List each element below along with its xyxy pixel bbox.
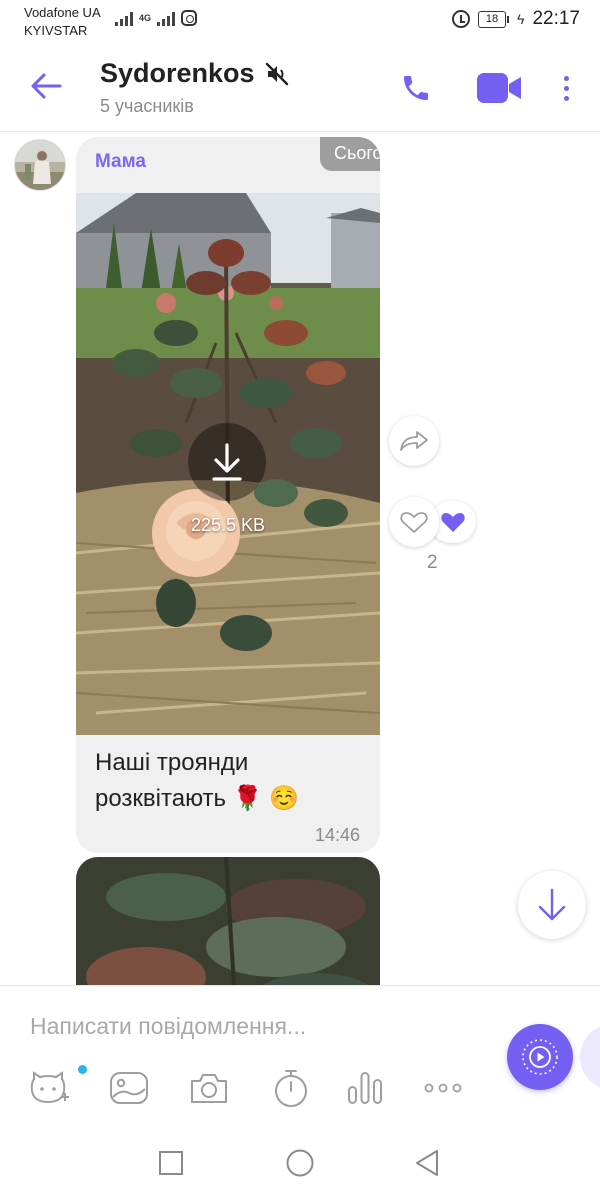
status-icons-left: 4G — [115, 10, 198, 26]
back-triangle-icon — [416, 1150, 438, 1176]
sender-name: Мама — [95, 151, 146, 172]
timer-button[interactable] — [267, 1064, 315, 1112]
message-input[interactable] — [30, 1006, 450, 1046]
status-bar: Vodafone UA KYIVSTAR 4G 18 ϟ 22:17 — [0, 0, 600, 44]
message-text: Наші троянди розквітають 🌹 ☺️ — [95, 749, 300, 812]
avatar[interactable] — [14, 139, 66, 191]
voice-call-button[interactable] — [396, 68, 436, 108]
sticker-icon — [30, 1071, 69, 1104]
download-icon — [212, 443, 242, 481]
poll-button[interactable] — [341, 1064, 389, 1112]
message-bubble[interactable]: Мама Сьогодні — [76, 137, 380, 853]
home-button[interactable] — [283, 1146, 317, 1180]
composer-toolbar — [0, 1064, 480, 1112]
recents-button[interactable] — [154, 1146, 188, 1180]
carrier-line-1: Vodafone UA — [24, 5, 101, 20]
muted-speaker-icon — [265, 62, 288, 85]
back-nav-button[interactable] — [410, 1146, 444, 1180]
heart-outline-icon — [400, 512, 428, 534]
network-type-label: 4G — [139, 12, 152, 23]
attachment-size: 225.5 KB — [190, 515, 266, 535]
download-button[interactable] — [188, 423, 266, 501]
send-voice-button[interactable] — [507, 1024, 573, 1090]
message-bubble-next[interactable] — [76, 857, 380, 985]
new-stickers-badge — [78, 1065, 87, 1074]
battery-icon: 18 — [478, 10, 510, 28]
more-dots-icon — [424, 1083, 462, 1093]
scroll-to-bottom-button[interactable] — [518, 871, 586, 939]
like-button[interactable] — [389, 497, 439, 547]
reaction-count: 2 — [427, 552, 438, 573]
system-navigation-bar — [0, 1120, 600, 1200]
poll-icon — [348, 1072, 382, 1104]
battery-level: 18 — [478, 10, 507, 28]
gallery-icon — [110, 1072, 148, 1104]
carrier-info: Vodafone UA KYIVSTAR — [24, 4, 101, 40]
message-time: 14:46 — [314, 825, 360, 845]
recents-square-icon — [159, 1151, 183, 1175]
gallery-button[interactable] — [105, 1064, 153, 1112]
play-circle-icon — [522, 1039, 558, 1075]
camera-button[interactable] — [185, 1064, 233, 1112]
sticker-button[interactable] — [25, 1064, 73, 1112]
phone-icon — [404, 76, 428, 100]
signal-icon-2 — [157, 10, 176, 26]
forward-arrow-icon — [400, 431, 428, 451]
more-options-button[interactable] — [552, 68, 580, 108]
secondary-action-edge — [580, 1024, 600, 1090]
charging-icon: ϟ — [517, 11, 525, 27]
back-button[interactable] — [28, 68, 64, 104]
camera-icon — [191, 1074, 227, 1103]
signal-icon — [115, 10, 133, 26]
more-attachments-button[interactable] — [419, 1064, 467, 1112]
alarm-icon — [452, 10, 471, 28]
instagram-notification-icon — [181, 10, 198, 26]
participants-count[interactable]: 5 учасників — [100, 96, 194, 117]
carrier-line-2: KYIVSTAR — [24, 23, 88, 38]
video-call-button[interactable] — [474, 68, 524, 108]
chat-title-row[interactable]: Sydorenkos — [100, 58, 289, 89]
chat-header: Sydorenkos 5 учасників — [0, 44, 600, 132]
chat-title[interactable]: Sydorenkos — [100, 58, 255, 89]
back-arrow-icon — [31, 73, 62, 99]
status-icons-right: 18 ϟ 22:17 — [452, 8, 580, 30]
home-circle-icon — [286, 1149, 314, 1177]
arrow-down-icon — [538, 888, 566, 921]
viber-chat-screen: Vodafone UA KYIVSTAR 4G 18 ϟ 22:17 Sydor… — [0, 0, 600, 1200]
message-composer — [0, 985, 600, 1120]
forward-button[interactable] — [389, 416, 439, 466]
video-camera-icon — [477, 73, 521, 103]
chat-messages-area[interactable]: Мама Сьогодні — [0, 133, 600, 985]
heart-icon — [441, 513, 465, 532]
clock: 22:17 — [532, 8, 580, 29]
date-separator: Сьогодні — [320, 137, 380, 171]
timer-icon — [275, 1070, 307, 1107]
photo-attachment-next[interactable] — [76, 857, 380, 985]
photo-attachment[interactable]: 225.5 KB — [76, 193, 380, 735]
